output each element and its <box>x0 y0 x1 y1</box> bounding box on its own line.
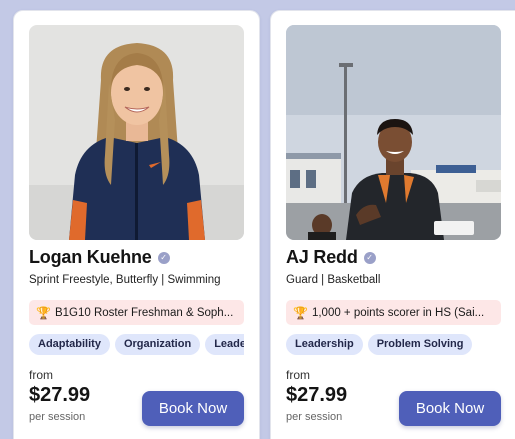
achievement-text: 1,000 + points scorer in HS (Sai... <box>311 306 485 319</box>
athlete-photo-image <box>29 25 244 240</box>
achievement-badge: 🏆 B1G10 Roster Freshman & Soph... <box>29 300 244 325</box>
verified-icon: ✓ <box>157 251 170 264</box>
trophy-icon: 🏆 <box>36 305 51 320</box>
athlete-photo[interactable] <box>29 25 244 240</box>
skill-tag: Leadership <box>286 334 363 355</box>
athlete-card[interactable]: Logan Kuehne ✓ Sprint Freestyle, Butterf… <box>13 10 260 439</box>
price: $27.99 <box>286 384 348 406</box>
price-unit: per session <box>29 411 86 423</box>
athlete-position: Guard | Basketball <box>286 274 381 286</box>
athlete-photo-image <box>286 25 501 240</box>
skill-tag: Leadership <box>205 334 244 355</box>
trophy-icon: 🏆 <box>293 305 308 320</box>
price-prefix: from <box>286 368 310 382</box>
athlete-name[interactable]: AJ Redd <box>286 247 358 268</box>
skill-tag: Organization <box>114 334 201 355</box>
achievement-badge: 🏆 1,000 + points scorer in HS (Sai... <box>286 300 501 325</box>
skill-tags: Leadership Problem Solving <box>286 334 501 356</box>
price-unit: per session <box>286 411 343 423</box>
achievement-text: B1G10 Roster Freshman & Soph... <box>54 306 234 319</box>
book-now-button[interactable]: Book Now <box>142 391 244 426</box>
athlete-photo[interactable] <box>286 25 501 240</box>
skill-tag: Adaptability <box>29 334 110 355</box>
price-prefix: from <box>29 368 53 382</box>
athlete-position: Sprint Freestyle, Butterfly | Swimming <box>29 274 221 286</box>
verified-icon: ✓ <box>363 251 376 264</box>
skill-tag: Problem Solving <box>367 334 473 355</box>
athlete-name[interactable]: Logan Kuehne <box>29 247 152 268</box>
athlete-card[interactable]: AJ Redd ✓ Guard | Basketball 🏆 1,000 + p… <box>270 10 515 439</box>
book-now-button[interactable]: Book Now <box>399 391 501 426</box>
price: $27.99 <box>29 384 91 406</box>
skill-tags: Adaptability Organization Leadership <box>29 334 244 356</box>
